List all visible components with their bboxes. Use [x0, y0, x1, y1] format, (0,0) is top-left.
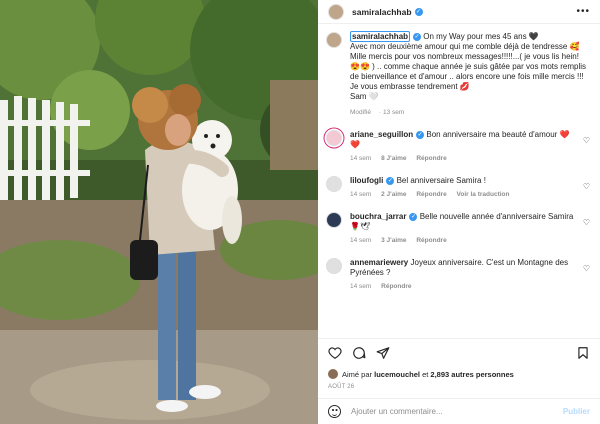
like-comment-heart-icon[interactable]: ♡: [583, 264, 590, 273]
verified-badge-icon: ✓: [414, 7, 423, 16]
commenter-avatar[interactable]: [326, 212, 342, 228]
post-modal: samiralachhab ✓ ••• samiralachhab ✓ On my…: [0, 0, 600, 424]
heart-icon[interactable]: [328, 346, 342, 360]
verified-badge-icon: ✓: [416, 130, 425, 139]
commenter-avatar[interactable]: [326, 258, 342, 274]
commenter-avatar[interactable]: [326, 130, 342, 146]
verified-badge-icon: ✓: [413, 32, 422, 41]
comment-item: liloufogli ✓ Bel anniversaire Samira ! 14…: [326, 176, 592, 200]
publish-button[interactable]: Publier: [563, 407, 590, 416]
comment-meta: 14 sem 8 J'aime Répondre: [350, 154, 578, 164]
like-comment-heart-icon[interactable]: ♡: [583, 136, 590, 145]
commenter-username[interactable]: annemariewery: [350, 258, 408, 267]
reply-button[interactable]: Répondre: [416, 237, 446, 244]
like-comment-heart-icon[interactable]: ♡: [583, 218, 590, 227]
caption-line: Avec mon deuxième amour qui me comble dé…: [350, 42, 580, 51]
commenter-username[interactable]: ariane_seguillon: [350, 130, 413, 139]
caption-avatar[interactable]: [326, 32, 342, 48]
caption-time[interactable]: 13 sem: [383, 109, 404, 116]
comment-likes[interactable]: 8 J'aime: [381, 155, 406, 162]
comment-time[interactable]: 14 sem: [350, 191, 371, 198]
commenter-username[interactable]: liloufogli: [350, 176, 383, 185]
post-header: samiralachhab ✓ •••: [318, 0, 600, 24]
post-photo[interactable]: [0, 0, 318, 424]
comment-meta: 14 sem Répondre: [350, 282, 578, 292]
caption-line: On my Way pour mes 45 ans 🖤: [423, 32, 539, 41]
caption-line: Sam 🤍: [350, 92, 379, 101]
comment-item: annemariewery Joyeux anniversaire. C'est…: [326, 258, 592, 292]
likes-connector: et: [422, 369, 429, 379]
comment-item: ariane_seguillon ✓ Bon anniversaire ma be…: [326, 130, 592, 164]
post-date[interactable]: AOÛT 26: [328, 384, 590, 390]
caption-line: Je vous embrasse tendrement 💋: [350, 82, 470, 91]
verified-badge-icon: ✓: [386, 176, 395, 185]
likes-summary: Aimé par lucemouchel et 2,893 autres per…: [328, 369, 590, 379]
post-caption: samiralachhab ✓ On my Way pour mes 45 ans…: [326, 31, 592, 118]
action-icons-row: [328, 345, 590, 361]
author-avatar[interactable]: [328, 3, 344, 20]
bookmark-icon[interactable]: [576, 346, 590, 360]
add-comment-bar: Ajouter un commentaire... Publier: [318, 398, 600, 424]
likes-prefix: Aimé par: [342, 369, 373, 379]
comment-icon[interactable]: [352, 346, 366, 360]
caption-line: Mille mercis pour vos nombreux messages!…: [350, 52, 587, 81]
commenter-avatar[interactable]: [326, 176, 342, 192]
reply-button[interactable]: Répondre: [416, 191, 446, 198]
comment-input[interactable]: Ajouter un commentaire...: [351, 407, 563, 416]
likes-user[interactable]: lucemouchel: [374, 370, 420, 379]
share-icon[interactable]: [376, 346, 390, 360]
liker-avatar: [328, 369, 338, 379]
comment-time[interactable]: 14 sem: [350, 155, 371, 162]
comment-text: Bel anniversaire Samira !: [396, 176, 486, 185]
comment-likes[interactable]: 2 J'aime: [381, 191, 406, 198]
verified-badge-icon: ✓: [409, 212, 418, 221]
comment-time[interactable]: 14 sem: [350, 283, 371, 290]
photo-illustration: [0, 0, 318, 424]
like-comment-heart-icon[interactable]: ♡: [583, 182, 590, 191]
comment-meta: 14 sem 2 J'aime Répondre Voir la traduct…: [350, 190, 578, 200]
more-options-icon[interactable]: •••: [576, 6, 590, 17]
caption-meta: Modifié · 13 sem: [350, 109, 405, 116]
likes-others[interactable]: 2,893 autres personnes: [430, 370, 513, 379]
author-username[interactable]: samiralachhab: [352, 7, 412, 17]
see-translation-button[interactable]: Voir la traduction: [457, 191, 510, 198]
comment-likes[interactable]: 3 J'aime: [381, 237, 406, 244]
post-actions: Aimé par lucemouchel et 2,893 autres per…: [318, 338, 600, 390]
reply-button[interactable]: Répondre: [416, 155, 446, 162]
caption-author[interactable]: samiralachhab: [350, 31, 411, 42]
commenter-username[interactable]: bouchra_jarrar: [350, 212, 406, 221]
comment-item: bouchra_jarrar ✓ Belle nouvelle année d'a…: [326, 212, 592, 246]
edited-label: Modifié: [350, 109, 371, 116]
comment-meta: 14 sem 3 J'aime Répondre: [350, 236, 578, 246]
reply-button[interactable]: Répondre: [381, 283, 411, 290]
emoji-icon[interactable]: [328, 405, 341, 418]
comments-scroll-area[interactable]: samiralachhab ✓ On my Way pour mes 45 ans…: [318, 24, 600, 338]
post-details-panel: samiralachhab ✓ ••• samiralachhab ✓ On my…: [318, 0, 600, 424]
comment-time[interactable]: 14 sem: [350, 237, 371, 244]
